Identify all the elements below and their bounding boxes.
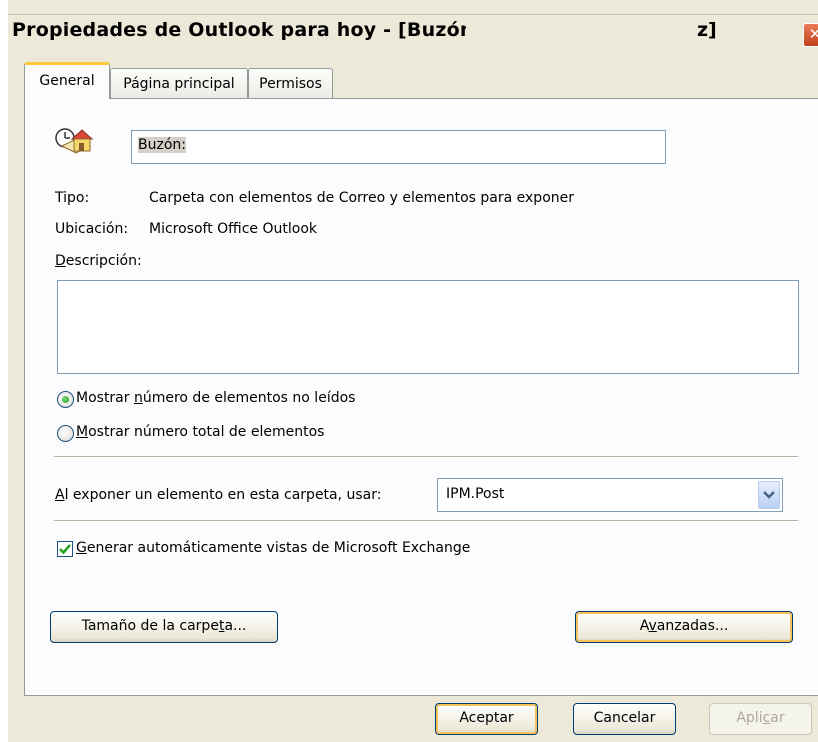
properties-dialog: Propiedades de Outlook para hoy - [Buzón… [8, 0, 818, 742]
tab-pagina-principal[interactable]: Página principal [110, 68, 248, 98]
radio-selected-dot [62, 396, 69, 403]
post-form-select-value: IPM.Post [446, 486, 505, 502]
apply-button[interactable]: Aplicar [709, 703, 812, 735]
descripcion-label: Descripción: [55, 253, 142, 269]
exchange-views-label[interactable]: Generar automáticamente vistas de Micros… [76, 540, 470, 556]
title-redacted-area [466, 19, 694, 43]
radio-show-total-label[interactable]: Mostrar número total de elementos [76, 424, 324, 440]
folder-name-field[interactable]: Buzón: [131, 130, 666, 164]
tab-general-label: General [39, 73, 95, 89]
exchange-views-checkbox[interactable] [57, 541, 73, 557]
tab-permisos-label: Permisos [259, 76, 322, 92]
radio-show-unread[interactable] [57, 391, 74, 408]
tipo-value: Carpeta con elementos de Correo y elemen… [149, 190, 575, 206]
window-title-suffix: z] [697, 19, 717, 41]
close-button[interactable]: ✕ [803, 23, 818, 47]
separator [54, 456, 798, 458]
checkmark-icon [59, 544, 71, 555]
window-title: Propiedades de Outlook para hoy - [Buzón… [12, 19, 482, 41]
separator [54, 520, 798, 522]
outlook-today-home-icon [54, 126, 94, 162]
tab-permisos[interactable]: Permisos [248, 68, 333, 98]
tab-general[interactable]: General [24, 62, 110, 99]
radio-show-unread-label[interactable]: Mostrar número de elementos no leídos [76, 390, 355, 406]
tipo-label: Tipo: [55, 190, 90, 206]
cancel-button[interactable]: Cancelar [573, 703, 676, 735]
ubicacion-label: Ubicación: [55, 221, 129, 237]
post-form-select[interactable]: IPM.Post [437, 478, 783, 512]
post-form-label: Al exponer un elemento en esta carpeta, … [55, 487, 382, 503]
ubicacion-value: Microsoft Office Outlook [149, 221, 317, 237]
ok-button[interactable]: Aceptar [435, 703, 538, 735]
description-field[interactable] [57, 280, 799, 374]
folder-name-value: Buzón: [138, 137, 186, 153]
close-icon: ✕ [808, 25, 818, 43]
folder-size-button[interactable]: Tamaño de la carpeta... [50, 611, 278, 643]
radio-show-total[interactable] [57, 425, 74, 442]
title-bar[interactable]: Propiedades de Outlook para hoy - [Buzón… [8, 14, 818, 49]
advanced-button[interactable]: Avanzadas... [575, 611, 793, 643]
tab-pagina-principal-label: Página principal [123, 76, 235, 92]
chevron-down-icon[interactable] [758, 481, 780, 509]
